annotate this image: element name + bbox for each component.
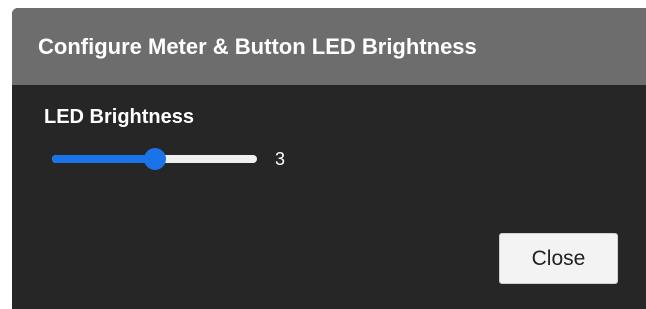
dialog-header: Configure Meter & Button LED Brightness: [12, 8, 646, 85]
led-brightness-dialog: Configure Meter & Button LED Brightness …: [12, 8, 646, 309]
led-brightness-slider[interactable]: [52, 147, 257, 171]
dialog-title: Configure Meter & Button LED Brightness: [38, 33, 477, 59]
slider-fill: [52, 155, 155, 163]
slider-thumb[interactable]: [144, 148, 166, 170]
led-brightness-label: LED Brightness: [44, 106, 195, 128]
close-button[interactable]: Close: [499, 233, 618, 284]
led-brightness-value: 3: [275, 148, 286, 169]
led-brightness-control: 3: [52, 147, 285, 171]
